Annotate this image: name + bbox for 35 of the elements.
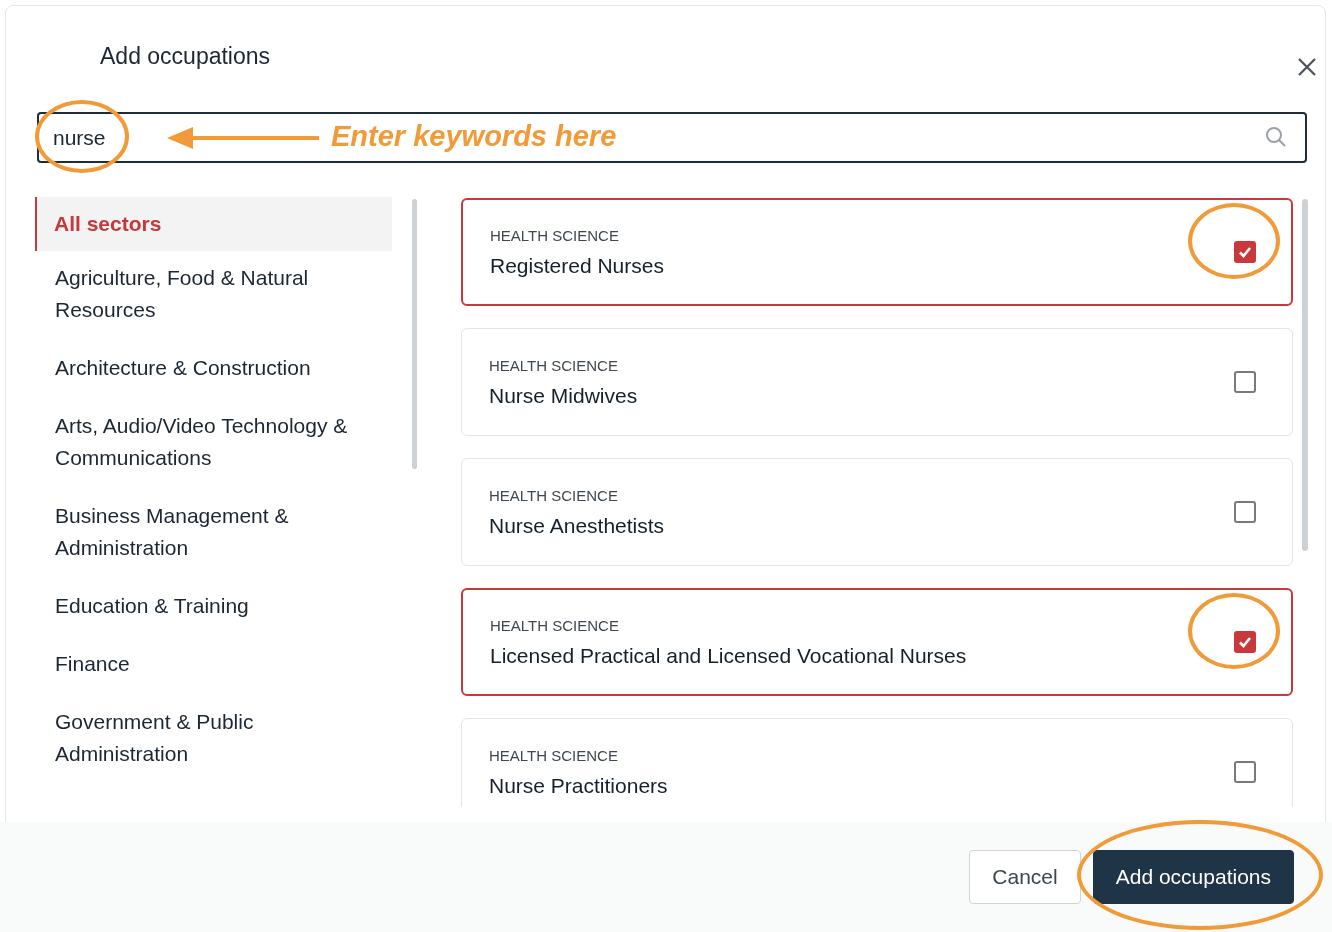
occupation-title: Licensed Practical and Licensed Vocational Nurses: [490, 643, 968, 668]
occupation-title: Nurse Anesthetists: [489, 513, 666, 538]
annotation-text: Enter keywords here: [331, 120, 617, 153]
occupation-category: HEALTH SCIENCE: [489, 356, 619, 374]
occupation-title: Nurse Practitioners: [489, 773, 669, 798]
occupation-card[interactable]: HEALTH SCIENCE Nurse Midwives: [461, 328, 1293, 436]
occupation-category: HEALTH SCIENCE: [489, 746, 619, 764]
occupation-category: HEALTH SCIENCE: [490, 226, 620, 244]
sector-item[interactable]: Business Management & Administration: [35, 489, 392, 579]
occupation-category: HEALTH SCIENCE: [490, 616, 620, 634]
sector-item[interactable]: Finance: [35, 637, 392, 695]
search-icon: [1265, 126, 1287, 148]
occupation-card[interactable]: HEALTH SCIENCE Registered Nurses: [461, 198, 1293, 306]
scrollbar[interactable]: [412, 199, 417, 469]
occupation-card[interactable]: HEALTH SCIENCE Licensed Practical and Licensed Vocational Nurses: [461, 588, 1293, 696]
checkbox[interactable]: [1234, 631, 1256, 653]
occupation-category: HEALTH SCIENCE: [489, 486, 619, 504]
sector-item[interactable]: Agriculture, Food & Natural Resources: [35, 251, 392, 341]
sector-item[interactable]: Architecture & Construction: [35, 341, 392, 399]
sector-item[interactable]: Arts, Audio/Video Technology & Communications: [35, 399, 392, 489]
dialog-title: Add occupations: [100, 43, 271, 70]
occupation-card[interactable]: HEALTH SCIENCE Nurse Anesthetists: [461, 458, 1293, 566]
sector-item[interactable]: Education & Training: [35, 579, 392, 637]
occupation-title: Nurse Midwives: [489, 383, 639, 408]
sector-item[interactable]: All sectors: [35, 197, 392, 251]
checkbox[interactable]: [1234, 371, 1256, 393]
scrollbar[interactable]: [1302, 199, 1308, 551]
close-icon[interactable]: [1296, 56, 1318, 78]
add-button[interactable]: Add occupations: [1092, 850, 1294, 904]
sector-item[interactable]: Government & Public Administration: [35, 695, 392, 785]
cancel-button[interactable]: Cancel: [969, 850, 1081, 904]
occupation-title: Registered Nurses: [490, 253, 665, 278]
checkbox[interactable]: [1234, 761, 1256, 783]
checkbox[interactable]: [1234, 241, 1256, 263]
checkbox[interactable]: [1234, 501, 1256, 523]
